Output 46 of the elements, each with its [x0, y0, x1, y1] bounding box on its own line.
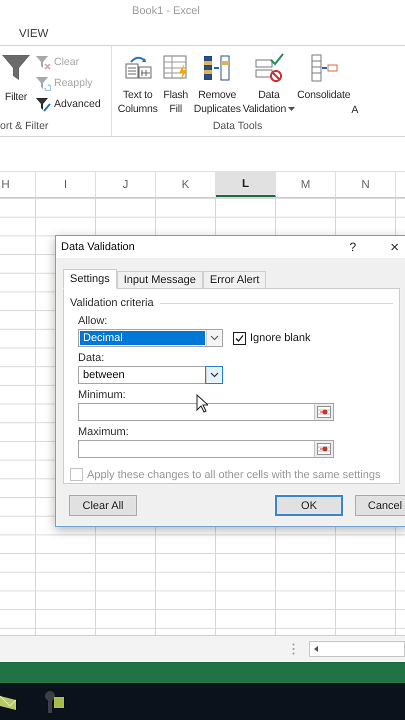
filter-button[interactable]: Filter — [0, 52, 32, 104]
section-title: Validation criteria — [70, 297, 154, 309]
data-select[interactable]: between — [78, 366, 223, 384]
column-header[interactable]: L — [216, 172, 276, 197]
ribbon-button-label: A — [351, 104, 358, 116]
field-label: Allow: — [78, 315, 108, 327]
dialog-button[interactable]: Clear All — [69, 495, 137, 516]
dialog-button[interactable]: OK — [275, 495, 343, 516]
dialog-tab[interactable]: Error Alert — [202, 271, 266, 289]
close-button[interactable]: × — [388, 238, 401, 256]
ribbon-button[interactable]: Text to Columns — [116, 52, 159, 116]
ribbon-button[interactable]: Consolidate — [296, 52, 352, 102]
chevron-down-icon — [210, 372, 219, 378]
reapply-filter-icon — [35, 75, 51, 91]
field-label: Data: — [78, 352, 104, 364]
ribbon-button[interactable]: Remove Duplicates — [192, 52, 242, 116]
splitter-icon[interactable] — [292, 643, 295, 655]
data-validation-icon — [252, 52, 285, 84]
ribbon-button[interactable]: Flash Fill — [158, 52, 193, 116]
key-icon[interactable] — [44, 690, 66, 714]
maximum-field[interactable] — [78, 440, 334, 458]
range-picker-icon[interactable] — [317, 406, 331, 418]
help-button[interactable]: ? — [344, 240, 362, 254]
group-label: ort & Filter — [0, 120, 48, 134]
ribbon-tab[interactable]: VIEW — [19, 28, 48, 40]
window-title: Book1 - Excel — [132, 5, 200, 17]
dialog-title: Data Validation — [61, 241, 136, 253]
clear-filter-icon — [35, 54, 51, 70]
horizontal-scrollbar[interactable] — [309, 641, 405, 657]
minimum-field[interactable] — [78, 403, 334, 421]
range-picker-icon[interactable] — [317, 443, 331, 455]
mouse-pointer-icon — [196, 394, 208, 413]
checkmark-icon — [235, 334, 244, 342]
dialog-tab[interactable]: Input Message — [116, 271, 203, 289]
dialog-button[interactable]: Cancel — [355, 495, 405, 516]
dialog-tab[interactable]: Settings — [63, 269, 117, 289]
filter-option-button[interactable]: Advanced — [35, 94, 101, 114]
group-label: Data Tools — [212, 120, 262, 134]
advanced-filter-icon — [35, 96, 51, 112]
field-label: Minimum: — [78, 389, 126, 401]
ignore-blank-checkbox[interactable]: Ignore blank — [233, 332, 311, 344]
column-header[interactable]: H — [0, 172, 36, 197]
chevron-down-icon — [210, 335, 219, 341]
ribbon-button[interactable]: Data Validation — [242, 52, 296, 116]
field-label: Maximum: — [78, 426, 129, 438]
allow-select[interactable]: Decimal — [78, 329, 223, 347]
